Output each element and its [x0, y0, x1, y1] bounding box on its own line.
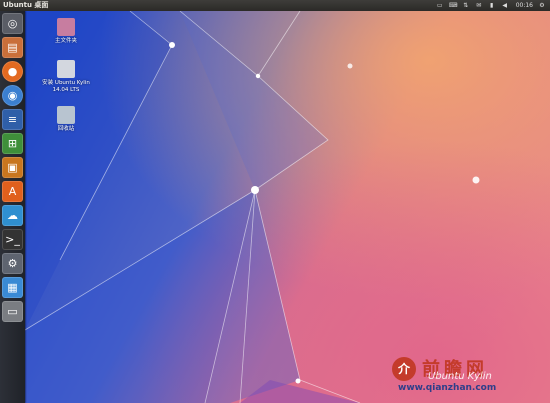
session-icon[interactable]: ⚙	[538, 2, 546, 10]
watermark-site: www.qianzhan.com	[398, 383, 497, 393]
software-center-icon: A	[8, 185, 17, 198]
desktop-icon-label: 安装 Ubuntu Kylin 14.04 LTS	[42, 80, 90, 93]
watermark-logo: 介	[392, 357, 416, 381]
top-panel: Ubuntu 桌面 ▭ ⌨ ⇅ ✉ ▮ ◀ 00:16 ⚙	[0, 0, 550, 11]
settings-icon: ⚙	[7, 257, 18, 270]
desktop-icon-trash[interactable]: 回收站	[38, 106, 94, 133]
spreadsheet-icon: ⊞	[7, 137, 18, 150]
desktop-icon-installer[interactable]: 安装 Ubuntu Kylin 14.04 LTS	[38, 60, 94, 94]
launcher-cloud[interactable]: ☁	[2, 205, 23, 226]
monitor-icon[interactable]: ▭	[436, 2, 444, 10]
network-icon[interactable]: ⇅	[462, 2, 470, 10]
launcher-impress[interactable]: ▣	[2, 157, 23, 178]
launcher-terminal[interactable]: >_	[2, 229, 23, 250]
cloud-icon: ☁	[7, 209, 18, 222]
trash-icon	[57, 106, 75, 124]
folder-icon	[57, 18, 75, 36]
launcher-calc[interactable]: ⊞	[2, 133, 23, 154]
writer-icon: ≡	[7, 113, 18, 126]
launcher-files[interactable]: ▤	[2, 37, 23, 58]
watermark: 介 前瞻网 Ubuntu Kylin www.qianzhan.com	[392, 355, 544, 397]
browser-icon: ◉	[7, 89, 18, 102]
firefox-icon: ●	[7, 65, 18, 78]
file-manager-icon: ▤	[7, 41, 18, 54]
installer-icon	[57, 60, 75, 78]
launcher-browser[interactable]: ◉	[2, 85, 23, 106]
launcher-trash[interactable]: ▭	[2, 301, 23, 322]
desktop-icon-label: 回收站	[57, 126, 75, 132]
email-icon[interactable]: ✉	[475, 2, 483, 10]
desktop-icon-label: 主文件夹	[54, 38, 77, 44]
launcher-workspace[interactable]: ▦	[2, 277, 23, 298]
launcher-firefox[interactable]: ●	[2, 61, 23, 82]
launcher-settings[interactable]: ⚙	[2, 253, 23, 274]
window-title: Ubuntu 桌面	[3, 1, 49, 9]
workspace-switcher-icon: ▦	[7, 281, 18, 294]
terminal-icon: >_	[5, 233, 20, 246]
indicator-area: ▭ ⌨ ⇅ ✉ ▮ ◀ 00:16 ⚙	[436, 0, 546, 11]
launcher-software-center[interactable]: A	[2, 181, 23, 202]
keyboard-icon[interactable]: ⌨	[449, 2, 458, 10]
launcher-writer[interactable]: ≡	[2, 109, 23, 130]
ubuntu-dash-icon: ◎	[7, 17, 18, 30]
watermark-subtitle: Ubuntu Kylin	[428, 371, 492, 382]
clock[interactable]: 00:16	[516, 0, 533, 11]
battery-icon[interactable]: ▮	[488, 2, 496, 10]
dash-button[interactable]: ◎	[2, 13, 23, 34]
presentation-icon: ▣	[7, 161, 18, 174]
desktop-icon-home[interactable]: 主文件夹	[38, 18, 94, 45]
trash-icon: ▭	[7, 305, 18, 318]
volume-icon[interactable]: ◀	[501, 2, 509, 10]
launcher: ◎ ▤ ● ◉ ≡ ⊞ ▣ A ☁ >_ ⚙ ▦ ▭	[0, 11, 25, 403]
